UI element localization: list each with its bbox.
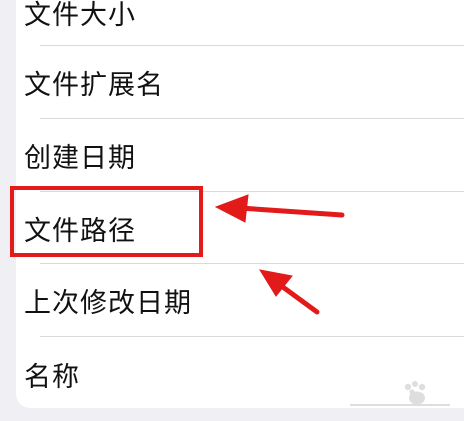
list-item-file-size[interactable]: 文件大小: [24, 0, 464, 48]
list-item-label: 文件大小: [24, 0, 136, 31]
list-item-label: 创建日期: [24, 142, 136, 174]
list-item-last-modified-date[interactable]: 上次修改日期: [24, 264, 464, 336]
screen: 文件大小 文件扩展名 创建日期 文件路径 上次修改日期 名称: [0, 0, 464, 421]
list-item-created-date[interactable]: 创建日期: [24, 119, 464, 191]
list-item-label: 上次修改日期: [24, 287, 192, 319]
divider: [40, 336, 464, 337]
highlight-box: [10, 186, 203, 257]
list-item-file-extension[interactable]: 文件扩展名: [24, 46, 464, 118]
list-item-label: 文件扩展名: [24, 69, 164, 101]
list-item-label: 名称: [24, 361, 80, 393]
baidu-watermark: [350, 381, 450, 406]
